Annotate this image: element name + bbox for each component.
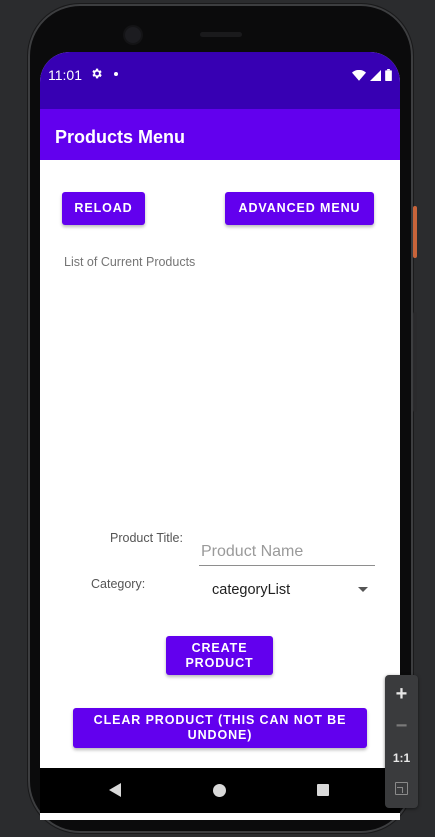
product-name-input[interactable] (199, 539, 375, 566)
category-label: Category: (91, 577, 146, 591)
fit-screen-icon (395, 782, 408, 795)
create-product-button[interactable]: CREATE PRODUCT (166, 636, 273, 675)
gear-icon (90, 67, 103, 83)
clear-product-button[interactable]: CLEAR PRODUCT (THIS CAN NOT BE UNDONE) (73, 708, 367, 748)
fit-screen-button[interactable] (385, 774, 418, 806)
back-triangle-icon[interactable] (109, 783, 121, 797)
product-list-label: List of Current Products (64, 255, 196, 269)
recents-square-icon[interactable] (317, 784, 329, 796)
dropdown-arrow-icon (358, 587, 368, 592)
wifi-icon (352, 68, 366, 86)
navigation-bar (40, 768, 400, 813)
earpiece-speaker (200, 32, 242, 37)
device-screen: 11:01 Products Menu RELOAD ADVANCED MENU… (40, 52, 400, 820)
volume-button (413, 312, 417, 412)
category-dropdown[interactable]: categoryList (202, 578, 372, 602)
product-title-label: Product Title: (110, 531, 183, 545)
app-bar: Products Menu (40, 109, 400, 160)
zoom-out-button[interactable]: − (385, 710, 418, 742)
home-circle-icon[interactable] (213, 784, 226, 797)
front-camera (125, 27, 141, 43)
dot-icon (114, 72, 118, 76)
zoom-in-button[interactable]: + (385, 678, 418, 710)
advanced-menu-button[interactable]: ADVANCED MENU (225, 192, 374, 225)
battery-icon (385, 68, 392, 86)
power-button (413, 206, 417, 258)
emulator-zoom-controls: + − 1:1 (385, 675, 418, 808)
reload-button[interactable]: RELOAD (62, 192, 145, 225)
category-selected-value: categoryList (212, 582, 291, 598)
status-time: 11:01 (48, 67, 82, 83)
status-bar: 11:01 (40, 52, 400, 109)
signal-icon (370, 68, 381, 86)
page-title: Products Menu (55, 127, 186, 147)
actual-size-button[interactable]: 1:1 (385, 742, 418, 774)
status-icons (352, 68, 392, 86)
